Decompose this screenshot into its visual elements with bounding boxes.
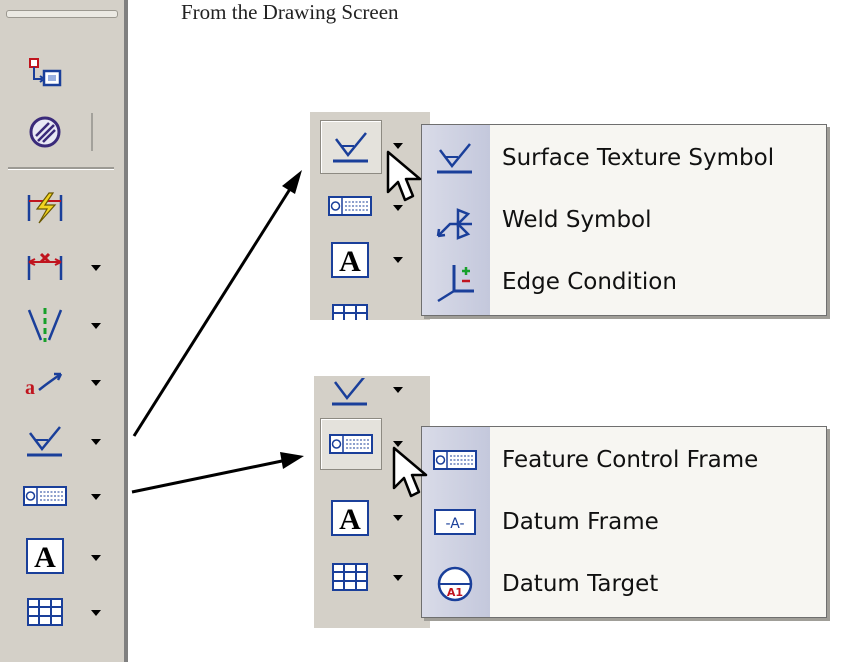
chevron-down-icon: [393, 143, 403, 149]
table-button[interactable]: [320, 298, 380, 320]
text-icon: A: [330, 499, 370, 537]
surface-texture-icon: [432, 137, 478, 179]
text-button[interactable]: A: [320, 236, 380, 284]
table-button[interactable]: [320, 556, 380, 598]
surface-texture-icon: [329, 378, 371, 414]
text-icon: A: [330, 241, 370, 279]
feature-control-frame-toolbar-zoom: A: [314, 376, 430, 628]
menu-item-datum-target[interactable]: A1 Datum Target: [422, 553, 826, 615]
feature-control-frame-icon: [329, 433, 373, 455]
edge-condition-icon: [432, 261, 478, 303]
text-dropdown[interactable]: [390, 510, 406, 526]
weld-symbol-icon: [432, 199, 478, 241]
menu-item-label: Datum Target: [502, 571, 659, 597]
table-icon: [331, 562, 369, 592]
text-button[interactable]: A: [320, 494, 380, 542]
surface-texture-icon: [330, 129, 372, 165]
table-icon: [331, 303, 369, 320]
mouse-cursor-icon: [392, 446, 428, 498]
surface-texture-dropdown[interactable]: [390, 382, 406, 398]
feature-control-frame-menu: Feature Control Frame -A- Datum Frame A1…: [421, 426, 827, 618]
text-dropdown[interactable]: [390, 252, 406, 268]
menu-item-feature-control-frame[interactable]: Feature Control Frame: [422, 429, 826, 491]
chevron-down-icon: [393, 515, 403, 521]
menu-item-weld-symbol[interactable]: Weld Symbol: [422, 189, 826, 251]
menu-item-label: Surface Texture Symbol: [502, 145, 775, 171]
mouse-cursor-icon: [386, 150, 422, 202]
svg-text:A: A: [339, 245, 361, 278]
menu-item-edge-condition[interactable]: Edge Condition: [422, 251, 826, 313]
datum-target-icon: A1: [432, 563, 478, 605]
feature-control-frame-button[interactable]: [320, 188, 380, 224]
menu-item-label: Datum Frame: [502, 509, 659, 535]
surface-texture-toolbar-zoom: A: [310, 112, 430, 320]
surface-texture-button[interactable]: [320, 376, 380, 416]
svg-text:-A-: -A-: [445, 516, 464, 532]
chevron-down-icon: [393, 575, 403, 581]
menu-item-datum-frame[interactable]: -A- Datum Frame: [422, 491, 826, 553]
menu-item-label: Weld Symbol: [502, 207, 652, 233]
menu-item-surface-texture-symbol[interactable]: Surface Texture Symbol: [422, 127, 826, 189]
surface-texture-menu: Surface Texture Symbol Weld Symbol Edge …: [421, 124, 827, 316]
feature-control-frame-button-pressed[interactable]: [320, 418, 382, 470]
chevron-down-icon: [393, 257, 403, 263]
svg-text:A: A: [339, 503, 361, 536]
feature-control-frame-icon: [432, 439, 478, 481]
menu-item-label: Feature Control Frame: [502, 447, 759, 473]
table-dropdown[interactable]: [390, 570, 406, 586]
svg-text:A1: A1: [447, 586, 463, 599]
surface-texture-button-pressed[interactable]: [320, 120, 382, 174]
menu-item-label: Edge Condition: [502, 269, 677, 295]
feature-control-frame-icon: [328, 195, 372, 217]
chevron-down-icon: [393, 387, 403, 393]
datum-frame-icon: -A-: [432, 501, 478, 543]
